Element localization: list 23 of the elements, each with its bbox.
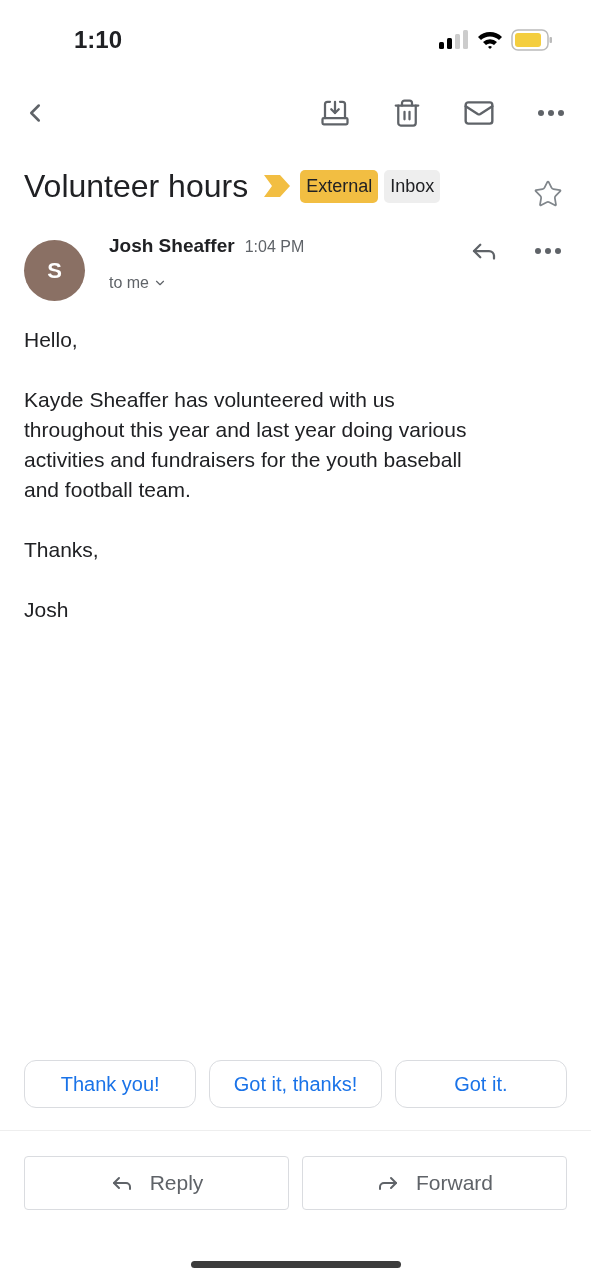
- more-icon: [535, 248, 561, 254]
- reply-action-button[interactable]: Reply: [24, 1156, 289, 1210]
- forward-action-button[interactable]: Forward: [302, 1156, 567, 1210]
- label-chip: External: [300, 169, 379, 203]
- body-paragraph: Thanks,: [24, 537, 100, 563]
- status-time: 1:10: [74, 25, 123, 55]
- wifi-icon: [477, 30, 503, 50]
- message-time: 1:04 PM: [244, 237, 305, 257]
- subject-title: Volunteer hours: [24, 167, 249, 206]
- battery-icon: [511, 29, 553, 51]
- body-paragraph: Josh: [24, 597, 70, 623]
- body-paragraph: Kayde Sheaffer has volunteered with us throughout this year and last year doing various activities and fundraisers for the youth baseball and football team.: [24, 387, 468, 503]
- recipient-toggle[interactable]: to me: [109, 270, 469, 295]
- smart-reply-chip[interactable]: Got it.: [394, 1060, 567, 1108]
- label-chip: Inbox: [384, 169, 441, 203]
- signal-icon: [439, 30, 469, 50]
- sender-name: Josh Sheaffer: [109, 234, 235, 258]
- smart-reply-chip[interactable]: Thank you!: [24, 1060, 197, 1108]
- body-paragraph: Hello,: [24, 327, 79, 353]
- star-button[interactable]: [533, 179, 563, 209]
- smart-reply-chip[interactable]: Got it, thanks!: [209, 1060, 382, 1108]
- more-icon: [538, 110, 564, 116]
- sender-avatar: S: [24, 240, 85, 301]
